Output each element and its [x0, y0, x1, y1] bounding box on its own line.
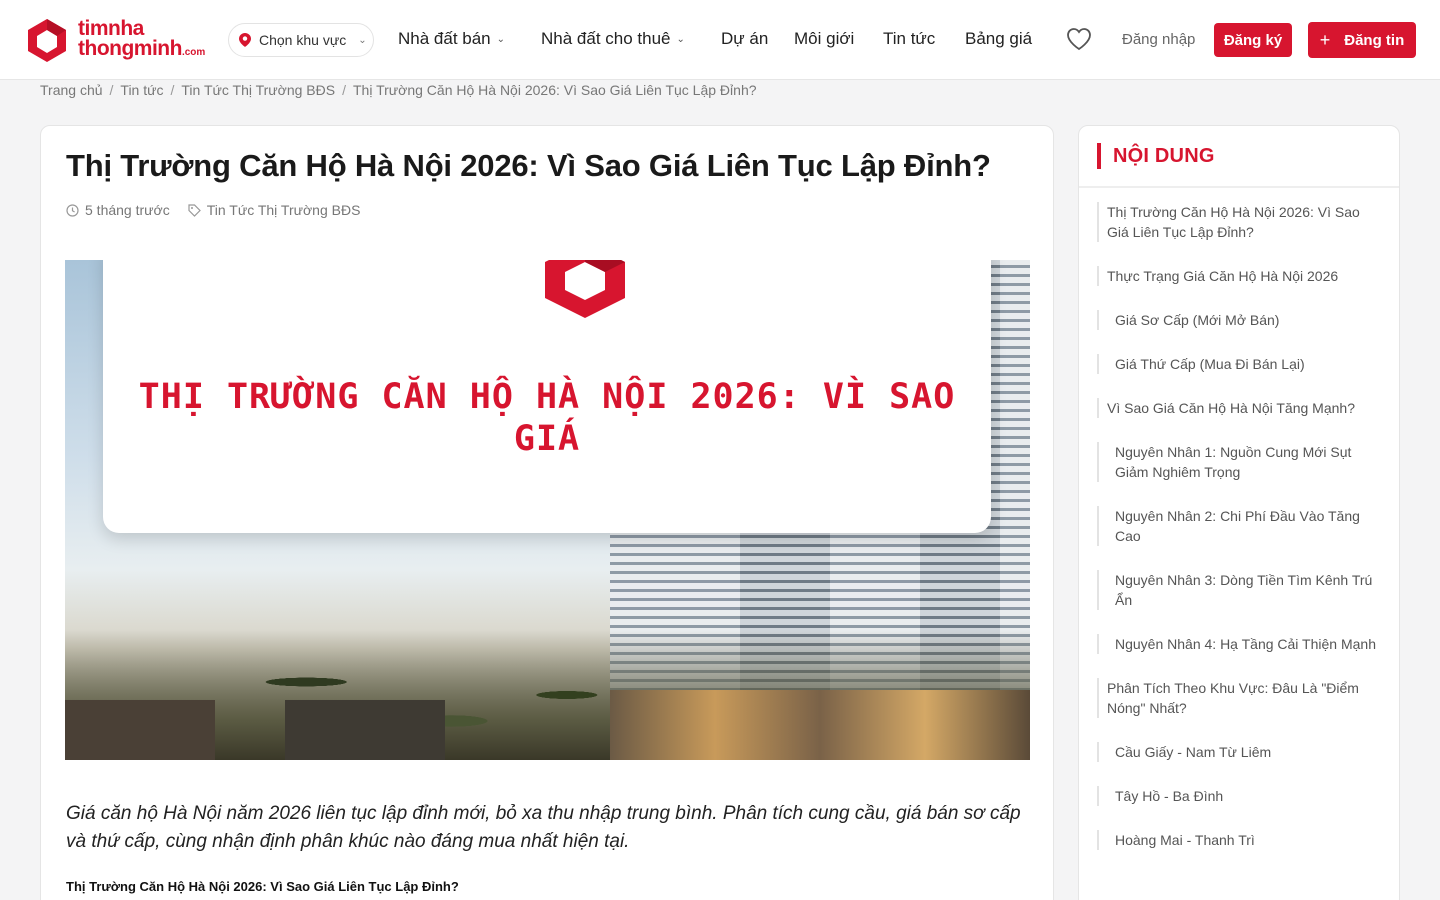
article-time: 5 tháng trước	[85, 202, 170, 218]
toc-subitem[interactable]: Nguyên Nhân 1: Nguồn Cung Mới Sụt Giảm N…	[1097, 442, 1385, 482]
toc-subitem[interactable]: Tây Hồ - Ba Đình	[1097, 786, 1385, 806]
hero-title-card: THỊ TRƯỜNG CĂN HỘ HÀ NỘI 2026: VÌ SAO GI…	[103, 260, 991, 533]
table-of-contents: NỘI DUNG Thị Trường Căn Hộ Hà Nội 2026: …	[1078, 125, 1400, 900]
breadcrumb-separator: /	[342, 82, 346, 98]
toc-accent-bar	[1097, 143, 1101, 169]
logo-icon	[28, 19, 66, 62]
location-pin-icon	[239, 33, 251, 47]
chevron-down-icon: ⌄	[496, 33, 506, 45]
nav-label: Nhà đất cho thuê	[541, 29, 671, 48]
region-label: Chọn khu vực	[259, 32, 347, 48]
toc-item[interactable]: Vì Sao Giá Căn Hộ Hà Nội Tăng Mạnh?	[1097, 398, 1385, 418]
nav-label: Tin tức	[883, 29, 936, 48]
post-listing-label: Đăng tin	[1344, 31, 1405, 49]
nav-item-du-an[interactable]: Dự án	[721, 29, 768, 49]
breadcrumb-item-current: Thị Trường Căn Hộ Hà Nội 2026: Vì Sao Gi…	[353, 82, 757, 98]
site-logo[interactable]: timnha thongminh.com	[24, 15, 214, 65]
toc-subitem[interactable]: Hoàng Mai - Thanh Trì	[1097, 830, 1385, 850]
breadcrumb-item-news[interactable]: Tin tức	[120, 82, 163, 98]
toc-title: NỘI DUNG	[1113, 145, 1215, 167]
article-body-cutoff	[66, 896, 1026, 900]
toc-subitem[interactable]: Giá Sơ Cấp (Mới Mở Bán)	[1097, 310, 1385, 330]
breadcrumb: Trang chủ / Tin tức / Tin Tức Thị Trường…	[40, 82, 757, 98]
register-button[interactable]: Đăng ký	[1214, 23, 1292, 57]
article-hero-image: THỊ TRƯỜNG CĂN HỘ HÀ NỘI 2026: VÌ SAO GI…	[65, 260, 1030, 760]
hero-text-line2: GIÁ	[513, 419, 581, 459]
nav-label: Bảng giá	[965, 29, 1033, 48]
logo-text-line1: timnha	[78, 17, 144, 40]
nav-item-nha-dat-ban[interactable]: Nhà đất bán ⌄	[398, 29, 505, 49]
nav-label: Môi giới	[794, 29, 855, 48]
chevron-down-icon: ⌄	[676, 33, 685, 45]
brand-logo-icon	[545, 260, 625, 318]
article-meta: 5 tháng trước Tin Tức Thị Trường BĐS	[66, 202, 360, 218]
toc-subitem[interactable]: Nguyên Nhân 3: Dòng Tiền Tìm Kênh Trú Ẩn	[1097, 570, 1385, 610]
toc-header: NỘI DUNG	[1079, 126, 1399, 188]
toc-list: Thị Trường Căn Hộ Hà Nội 2026: Vì Sao Gi…	[1097, 202, 1385, 874]
logo-text-line2: thongminh	[78, 37, 182, 60]
site-header: timnha thongminh.com Chọn khu vực ⌄ Nhà …	[0, 0, 1440, 80]
breadcrumb-item-home[interactable]: Trang chủ	[40, 82, 103, 98]
toc-item[interactable]: Thị Trường Căn Hộ Hà Nội 2026: Vì Sao Gi…	[1097, 202, 1385, 242]
breadcrumb-separator: /	[109, 82, 114, 98]
chevron-down-icon: ⌄	[358, 34, 367, 46]
toc-subitem[interactable]: Cầu Giấy - Nam Từ Liêm	[1097, 742, 1385, 762]
toc-item[interactable]: Phân Tích Theo Khu Vực: Đâu Là "Điểm Nón…	[1097, 678, 1385, 718]
hero-text-line1: THỊ TRƯỜNG CĂN HỘ HÀ NỘI 2026: VÌ SAO	[138, 377, 956, 417]
article-category[interactable]: Tin Tức Thị Trường BĐS	[207, 202, 361, 218]
nav-item-nha-dat-cho-thue[interactable]: Nhà đất cho thuê ⌄	[541, 29, 685, 49]
nav-item-tin-tuc[interactable]: Tin tức	[883, 29, 935, 49]
toc-item[interactable]: Thực Trạng Giá Căn Hộ Hà Nội 2026	[1097, 266, 1385, 286]
nav-label: Dự án	[721, 29, 769, 48]
article-first-heading: Thị Trường Căn Hộ Hà Nội 2026: Vì Sao Gi…	[66, 879, 459, 894]
breadcrumb-item-category[interactable]: Tin Tức Thị Trường BĐS	[181, 82, 335, 98]
toc-subitem[interactable]: Nguyên Nhân 4: Hạ Tầng Cải Thiện Mạnh	[1097, 634, 1385, 654]
toc-subitem[interactable]: Giá Thứ Cấp (Mua Đi Bán Lại)	[1097, 354, 1385, 374]
favorite-heart-icon[interactable]	[1066, 27, 1092, 51]
region-selector[interactable]: Chọn khu vực ⌄	[228, 23, 374, 57]
clock-icon	[66, 203, 79, 217]
tag-icon	[188, 203, 201, 217]
toc-subitem[interactable]: Nguyên Nhân 2: Chi Phí Đầu Vào Tăng Cao	[1097, 506, 1385, 546]
plus-icon: +	[1319, 29, 1331, 50]
nav-item-bang-gia[interactable]: Bảng giá	[965, 29, 1032, 49]
article-card: Thị Trường Căn Hộ Hà Nội 2026: Vì Sao Gi…	[40, 125, 1054, 900]
breadcrumb-separator: /	[170, 82, 175, 98]
login-link[interactable]: Đăng nhập	[1122, 31, 1195, 48]
nav-label: Nhà đất bán	[398, 29, 491, 48]
nav-item-moi-gioi[interactable]: Môi giới	[794, 29, 854, 49]
article-lead: Giá căn hộ Hà Nội năm 2026 liên tục lập …	[66, 803, 1021, 852]
logo-suffix: .com	[181, 47, 206, 58]
post-listing-button[interactable]: + Đăng tin	[1308, 22, 1416, 58]
article-title: Thị Trường Căn Hộ Hà Nội 2026: Vì Sao Gi…	[66, 148, 991, 183]
